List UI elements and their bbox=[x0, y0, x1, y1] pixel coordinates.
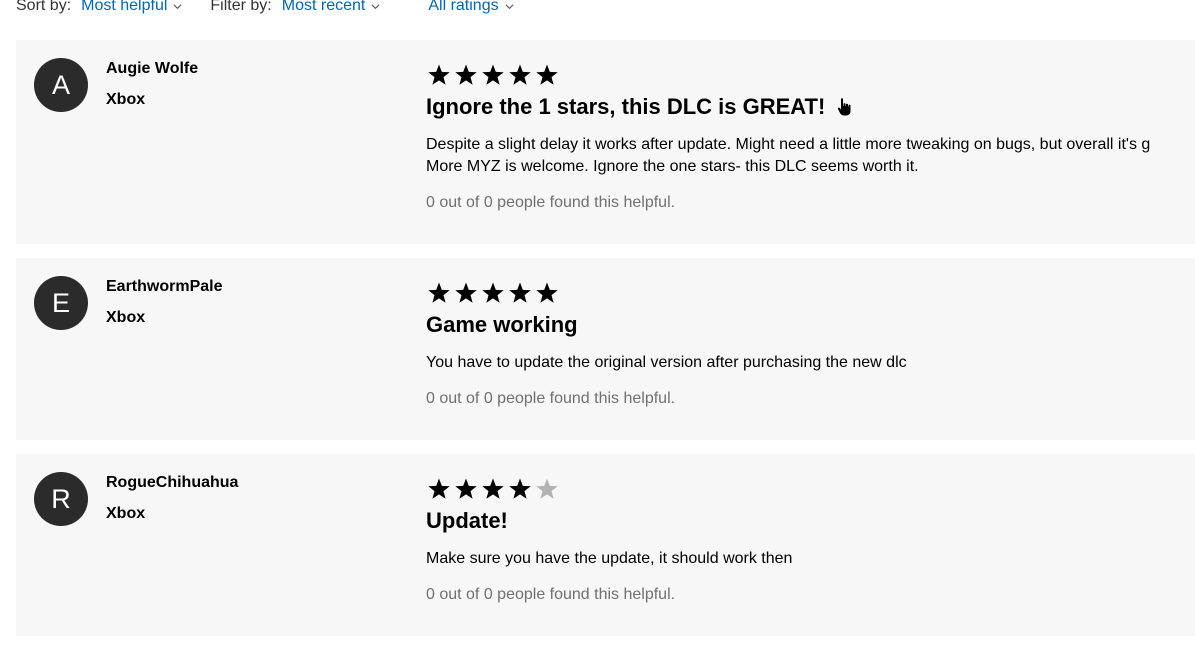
review-content: Update! Make sure you have the update, i… bbox=[426, 474, 792, 604]
review-author: Augie Wolfe bbox=[106, 60, 199, 77]
star-filled-icon bbox=[426, 63, 452, 87]
review-card: R RogueChihuahua Xbox Update! Make sure … bbox=[16, 454, 1195, 636]
review-title-row: Ignore the 1 stars, this DLC is GREAT! bbox=[426, 94, 1150, 120]
pointing-hand-icon bbox=[838, 98, 851, 116]
review-filters: Sort by: Most helpful Filter by: Most re… bbox=[16, 0, 514, 18]
filter-label: Filter by: bbox=[210, 0, 272, 14]
review-card: E EarthwormPale Xbox Game working You ha… bbox=[16, 258, 1195, 440]
ratings-group: All ratings bbox=[428, 0, 514, 15]
star-rating bbox=[426, 60, 1150, 90]
review-author: EarthwormPale bbox=[106, 278, 223, 295]
review-body-line: More MYZ is welcome. Ignore the one star… bbox=[426, 158, 919, 175]
helpful-count: 0 out of 0 people found this helpful. bbox=[426, 194, 676, 211]
star-filled-icon bbox=[534, 63, 560, 87]
star-filled-icon bbox=[453, 63, 479, 87]
ratings-dropdown[interactable]: All ratings bbox=[428, 0, 514, 15]
review-author: RogueChihuahua bbox=[106, 474, 239, 491]
review-content: Game working You have to update the orig… bbox=[426, 278, 907, 408]
star-rating bbox=[426, 278, 907, 308]
review-platform: Xbox bbox=[106, 505, 146, 522]
helpful-count: 0 out of 0 people found this helpful. bbox=[426, 390, 676, 407]
star-filled-icon bbox=[426, 477, 452, 501]
star-filled-icon bbox=[507, 281, 533, 305]
star-filled-icon bbox=[480, 477, 506, 501]
review-content: Ignore the 1 stars, this DLC is GREAT! D… bbox=[426, 60, 1150, 212]
review-list: A Augie Wolfe Xbox Ignore the 1 stars, t… bbox=[16, 40, 1195, 650]
chevron-down-icon bbox=[173, 3, 182, 9]
sort-label: Sort by: bbox=[16, 0, 72, 14]
review-body: You have to update the original version … bbox=[426, 354, 907, 371]
star-filled-icon bbox=[453, 281, 479, 305]
filter-value: Most recent bbox=[281, 0, 366, 14]
review-card: A Augie Wolfe Xbox Ignore the 1 stars, t… bbox=[16, 40, 1195, 244]
avatar: E bbox=[34, 276, 88, 330]
avatar: R bbox=[34, 472, 88, 526]
star-filled-icon bbox=[480, 281, 506, 305]
review-title: Update! bbox=[426, 508, 508, 533]
ratings-value: All ratings bbox=[428, 0, 499, 14]
avatar: A bbox=[34, 58, 88, 112]
star-rating bbox=[426, 474, 792, 504]
review-title: Game working bbox=[426, 312, 578, 337]
star-filled-icon bbox=[534, 281, 560, 305]
review-platform: Xbox bbox=[106, 309, 146, 326]
review-body: Despite a slight delay it works after up… bbox=[426, 134, 1150, 178]
star-empty-icon bbox=[534, 477, 560, 501]
review-platform: Xbox bbox=[106, 91, 146, 108]
filter-dropdown[interactable]: Most recent bbox=[282, 0, 381, 15]
review-body: Make sure you have the update, it should… bbox=[426, 550, 793, 567]
sort-dropdown[interactable]: Most helpful bbox=[81, 0, 182, 15]
sort-group: Sort by: Most helpful bbox=[16, 0, 182, 15]
chevron-down-icon bbox=[505, 3, 514, 9]
star-filled-icon bbox=[453, 477, 479, 501]
review-body-line: Despite a slight delay it works after up… bbox=[426, 136, 1151, 153]
review-title: Ignore the 1 stars, this DLC is GREAT! bbox=[426, 94, 826, 119]
star-filled-icon bbox=[507, 63, 533, 87]
star-filled-icon bbox=[426, 281, 452, 305]
sort-value: Most helpful bbox=[81, 0, 168, 14]
chevron-down-icon bbox=[371, 3, 380, 9]
star-filled-icon bbox=[507, 477, 533, 501]
star-filled-icon bbox=[480, 63, 506, 87]
helpful-count: 0 out of 0 people found this helpful. bbox=[426, 586, 676, 603]
filter-group: Filter by: Most recent bbox=[210, 0, 380, 15]
